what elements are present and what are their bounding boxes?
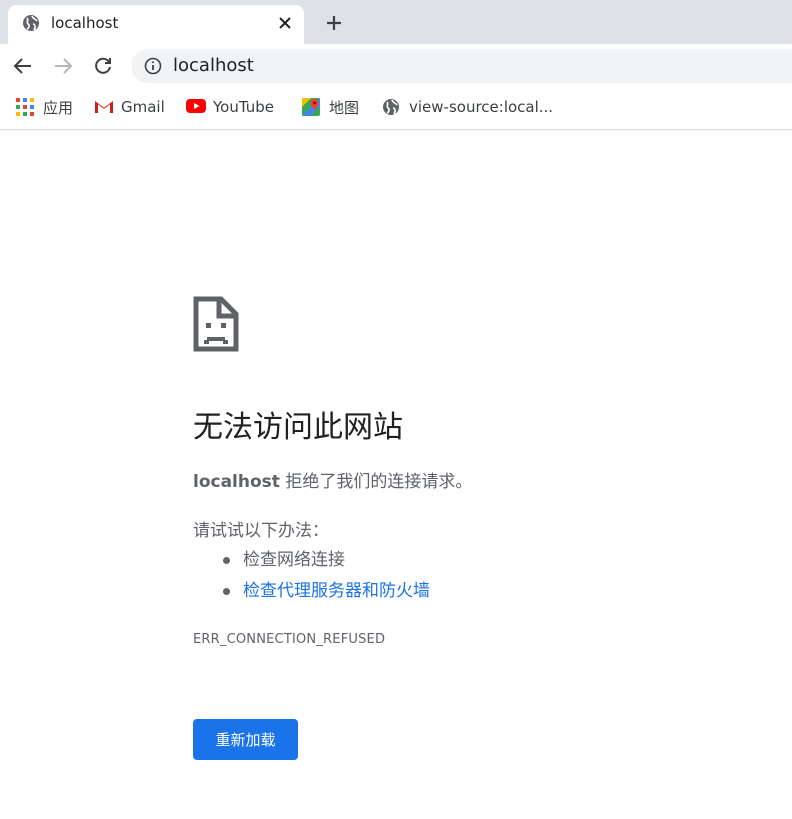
reload-icon <box>95 57 111 74</box>
toolbar: localhost <box>0 44 792 88</box>
bookmark-label: 地图 <box>329 98 360 117</box>
address-bar[interactable]: localhost <box>131 49 792 83</box>
back-button[interactable] <box>11 54 35 78</box>
bookmarks-bar: 应用 Gmail YouTube 地图 view-source:local... <box>0 88 792 130</box>
bookmark-view-source[interactable]: view-source:local... <box>382 96 553 118</box>
tab-title: localhost <box>51 14 119 32</box>
bookmark-apps[interactable]: 应用 <box>16 96 73 118</box>
info-icon[interactable] <box>144 57 162 75</box>
bookmark-label: YouTube <box>213 98 274 116</box>
page-title: 无法访问此网站 <box>193 410 403 445</box>
bookmark-label: 应用 <box>43 98 74 117</box>
youtube-icon <box>186 98 206 116</box>
url-text[interactable]: localhost <box>173 56 254 76</box>
bookmark-maps[interactable]: 地图 <box>302 96 359 118</box>
bookmark-label: Gmail <box>121 98 165 116</box>
error-code: ERR_CONNECTION_REFUSED <box>193 632 386 647</box>
suggestion-check-proxy[interactable]: 检查代理服务器和防火墙 <box>193 579 430 603</box>
bookmark-gmail[interactable]: Gmail <box>94 96 165 118</box>
arrow-back-icon <box>13 58 31 74</box>
reload-button[interactable] <box>91 54 115 78</box>
suggestions-list: 检查网络连接 检查代理服务器和防火墙 <box>193 548 430 610</box>
suggestion-text: 检查网络连接 <box>243 550 345 570</box>
bookmark-youtube[interactable]: YouTube <box>186 96 274 118</box>
arrow-forward-icon <box>55 58 73 74</box>
error-detail-text: 拒绝了我们的连接请求。 <box>279 472 473 492</box>
bookmark-label: view-source:local... <box>409 98 554 116</box>
globe-icon <box>382 98 400 116</box>
error-host: localhost <box>193 472 280 492</box>
gmail-icon <box>94 98 114 116</box>
tab-strip: localhost <box>0 0 792 44</box>
new-tab-button[interactable] <box>322 11 346 35</box>
sad-page-icon <box>193 296 239 352</box>
forward-button[interactable] <box>51 54 75 78</box>
plus-icon <box>327 16 341 30</box>
reload-page-button[interactable]: 重新加载 <box>193 719 298 760</box>
apps-grid-icon <box>16 98 34 116</box>
tab-localhost[interactable]: localhost <box>8 5 304 44</box>
globe-icon <box>22 14 40 32</box>
suggestion-check-network: 检查网络连接 <box>193 548 430 572</box>
check-proxy-link[interactable]: 检查代理服务器和防火墙 <box>243 581 430 601</box>
suggestions-heading: 请试试以下办法： <box>193 521 329 541</box>
error-detail: localhost 拒绝了我们的连接请求。 <box>193 470 472 494</box>
maps-icon <box>302 98 320 116</box>
close-icon[interactable] <box>276 14 294 32</box>
